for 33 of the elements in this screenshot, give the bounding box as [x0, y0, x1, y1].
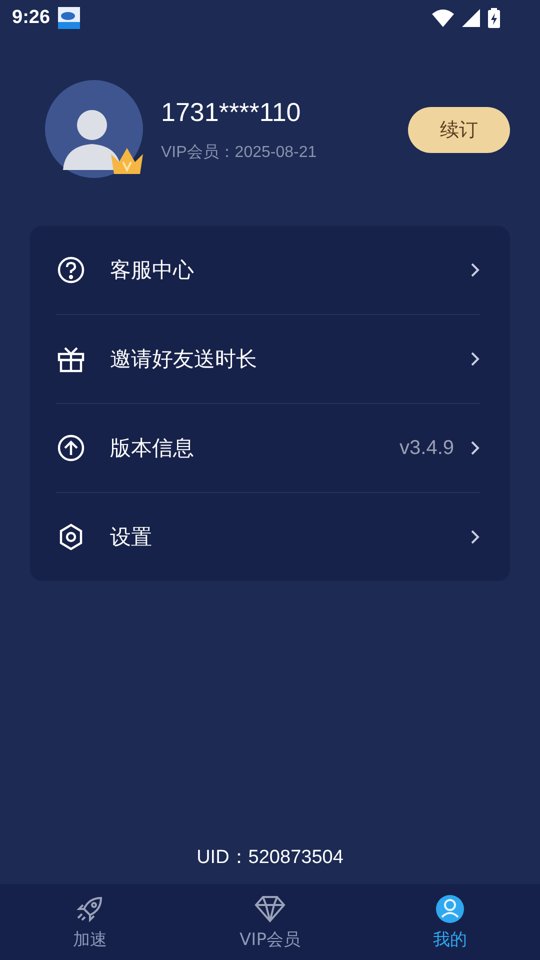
person-icon [435, 894, 465, 924]
version-value: v3.4.9 [400, 436, 454, 460]
wifi-icon [432, 9, 454, 27]
tab-label: 加速 [73, 928, 107, 950]
tab-label: VIP会员 [240, 928, 300, 950]
chevron-icon [470, 440, 480, 456]
nav-tab[interactable]: 我的 [360, 884, 540, 960]
signal-icon [462, 9, 480, 27]
tab-label: 我的 [433, 928, 467, 950]
app-notification-icon [58, 7, 80, 29]
menu-label: 设置 [110, 524, 152, 551]
menu-item[interactable]: 版本信息 v3.4.9 [56, 404, 480, 493]
gift-icon [56, 344, 86, 374]
menu-label: 版本信息 [110, 435, 194, 462]
renew-button[interactable]: 续订 [408, 107, 510, 153]
nav-tab[interactable]: VIP会员 [180, 884, 360, 960]
status-time: 9:26 [12, 7, 50, 29]
diamond-icon [254, 894, 286, 924]
help-icon [56, 255, 86, 285]
battery-icon [488, 8, 500, 28]
chevron-icon [470, 529, 480, 545]
menu-label: 客服中心 [110, 257, 194, 284]
menu-item[interactable]: 邀请好友送时长 [56, 315, 480, 404]
nav-tab[interactable]: 加速 [0, 884, 180, 960]
vip-expiry: VIP会员：2025-08-21 [161, 143, 318, 163]
menu-item[interactable]: 客服中心 [56, 226, 480, 315]
user-phone: 1731****110 [161, 97, 302, 128]
menu-item[interactable]: 设置 [56, 493, 480, 581]
chevron-icon [470, 262, 480, 278]
upload-icon [56, 433, 86, 463]
user-uid: UID：520873504 [196, 846, 344, 870]
menu-label: 邀请好友送时长 [110, 346, 257, 373]
chevron-icon [470, 351, 480, 367]
